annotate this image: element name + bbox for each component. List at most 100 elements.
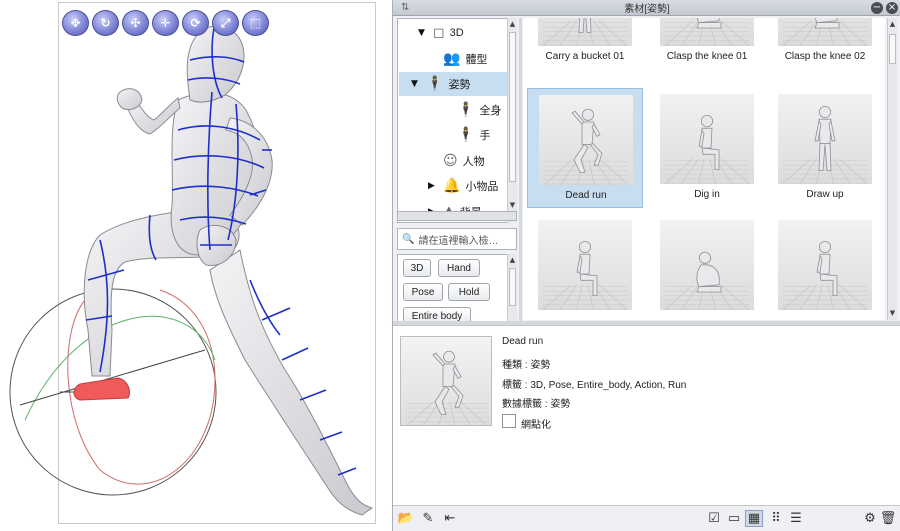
material-detail: Dead run 種類 : 姿勢 標籤 : 3D, Pose, Entire_b… [393, 325, 900, 505]
tag-scroll-thumb[interactable] [509, 268, 516, 306]
cube-icon: ◻ [433, 25, 445, 41]
small-thumbnail-view-icon[interactable]: ⠿ [767, 510, 785, 527]
thumbnail-label: Clasp the knee 01 [666, 51, 748, 62]
tree-item-4[interactable]: 🕴 手 [442, 123, 490, 147]
grid-scroll-down-icon[interactable]: ▼ [888, 308, 897, 318]
tag-button[interactable]: 3D [403, 259, 431, 277]
pose-preview-figure [782, 18, 868, 46]
material-thumbnail[interactable]: Carry a bucket 01 [527, 18, 643, 70]
scroll-down-icon[interactable]: ▼ [508, 200, 517, 210]
pose-icon[interactable]: ⬚ [242, 10, 269, 36]
panel-title: 素材[姿勢] [624, 4, 670, 15]
detail-thumbnail [400, 336, 492, 426]
close-button[interactable]: × [886, 2, 898, 14]
tree-item-3[interactable]: 🕴 全身 [442, 98, 501, 122]
tree-item-1[interactable]: 👥 體型 [428, 47, 487, 71]
character-icon: ☺ [443, 152, 458, 169]
material-thumbnail[interactable]: Clasp the knee 02 [767, 18, 883, 70]
material-thumbnail[interactable]: Dead run [527, 88, 643, 208]
thumbnail-image [660, 94, 754, 184]
binarize-checkbox[interactable] [502, 414, 516, 428]
pose-preview-figure [782, 240, 868, 310]
grid-scroll-thumb[interactable] [889, 34, 896, 64]
thumbnail-image [778, 94, 872, 184]
tree-item-label: 姿勢 [448, 79, 471, 91]
thumbnail-image [539, 95, 633, 185]
tree-item-label: 手 [479, 130, 491, 142]
material-thumbnail[interactable]: Clasp the knee 01 [649, 18, 765, 70]
tree-item-6[interactable]: ▶ 🔔 小物品 [428, 174, 498, 198]
minimize-button[interactable]: − [871, 2, 883, 14]
tree-scrollbar[interactable]: ▲ ▼ [507, 18, 517, 223]
material-thumbnail[interactable]: Draw up [767, 88, 883, 208]
tag-scrollbar[interactable]: ▲ [507, 254, 517, 322]
rotate-camera-icon[interactable]: ↻ [92, 10, 119, 36]
move-object-icon[interactable]: ✛ [152, 10, 179, 36]
paste-to-canvas-icon[interactable]: ✎ [419, 510, 437, 527]
grid-scroll-up-icon[interactable]: ▲ [888, 19, 897, 29]
thumbnail-image [778, 18, 872, 46]
material-panel: ⇅ 素材[姿勢] − × ▼◻3D👥體型▼🕴姿勢🕴全身🕴手☺人物▶🔔小物品▶⛰背… [392, 0, 900, 531]
pose-preview-figure [664, 114, 750, 184]
thumbnail-image [778, 220, 872, 310]
material-thumbnail[interactable]: Dig in [649, 88, 765, 208]
tag-search-box[interactable]: 🔍 請在這裡輸入檢… [397, 228, 517, 250]
3d-pose-figure[interactable] [0, 0, 392, 531]
search-input[interactable]: 請在這裡輸入檢… [418, 232, 498, 247]
material-thumbnail[interactable] [767, 214, 883, 320]
canvas-area[interactable]: ✥ ↻ ✣ ✛ ⟳ ⤢ ⬚ [0, 0, 392, 531]
pose-preview-figure [664, 251, 750, 310]
vertical-splitter[interactable] [519, 18, 522, 322]
pose-preview-figure [542, 18, 628, 46]
scale-object-icon[interactable]: ⤢ [212, 10, 239, 36]
tag-button[interactable]: Hand [438, 259, 480, 277]
open-folder-icon[interactable]: 📂 [397, 510, 415, 527]
thumbnail-image [660, 18, 754, 46]
panel-grip-icon[interactable]: ⇅ [401, 2, 409, 13]
list-view-icon[interactable]: ☰ [787, 510, 805, 527]
thumbnail-label: Draw up [806, 189, 844, 200]
detail-tags: 標籤 : 3D, Pose, Entire_body, Action, Run [502, 380, 687, 391]
delete-icon[interactable]: 🗑 [879, 510, 897, 527]
checkbox-view-icon[interactable]: ☑ [705, 510, 723, 527]
small-object-icon: 🔔 [443, 178, 461, 194]
move-camera-icon[interactable]: ✥ [62, 10, 89, 36]
mannequin-body[interactable] [73, 25, 374, 516]
thumbnail-label: Dead run [565, 190, 607, 201]
large-thumbnail-view-icon[interactable]: ▦ [745, 510, 763, 527]
material-property-icon[interactable]: ⚙ [861, 510, 879, 527]
scroll-up-icon[interactable]: ▲ [508, 19, 517, 29]
tree-horizontal-scrollbar[interactable] [397, 211, 517, 221]
hand-figure-icon: 🕴 [457, 127, 475, 143]
grid-scrollbar[interactable]: ▲ ▼ [887, 18, 897, 320]
thumbnail-image [660, 220, 754, 310]
collapse-icon[interactable]: ▼ [411, 79, 421, 89]
tree-item-2[interactable]: ▼ 🕴 姿勢 [399, 72, 507, 96]
thumbnail-label: Carry a bucket 01 [545, 51, 625, 62]
pose-preview-figure [664, 18, 750, 46]
material-thumbnail[interactable] [527, 214, 643, 320]
expand-icon[interactable]: ▶ [428, 181, 438, 191]
material-thumbnail[interactable] [649, 214, 765, 320]
thumbnail-label: Dig in [694, 189, 720, 200]
collapse-icon[interactable]: ▼ [418, 28, 428, 38]
tag-button[interactable]: Entire body [403, 307, 471, 321]
tag-scroll-up-icon[interactable]: ▲ [508, 255, 517, 265]
detail-name: Dead run [502, 336, 544, 347]
remove-icon[interactable]: ⇤ [441, 510, 459, 527]
detail-view-icon[interactable]: ▭ [725, 510, 743, 527]
tree-scroll-thumb[interactable] [509, 32, 516, 182]
panel-titlebar[interactable]: ⇅ 素材[姿勢] − × [393, 0, 900, 16]
tree-item-5[interactable]: ☺ 人物 [428, 149, 485, 173]
pose-preview-figure [405, 350, 489, 425]
tree-item-0[interactable]: ▼ ◻ 3D [418, 21, 464, 45]
tree-item-label: 體型 [465, 53, 488, 66]
tag-button[interactable]: Hold [448, 283, 490, 301]
tag-button[interactable]: Pose [403, 283, 443, 301]
rotate-object-icon[interactable]: ⟳ [182, 10, 209, 36]
pan-camera-icon[interactable]: ✣ [122, 10, 149, 36]
detail-type: 種類 : 姿勢 [502, 360, 551, 371]
binarize-label: 網點化 [521, 420, 551, 431]
material-thumbnail-grid: Carry a bucket 01 Clasp the knee 01 Clas… [523, 18, 885, 320]
pose-preview-figure [543, 108, 629, 185]
